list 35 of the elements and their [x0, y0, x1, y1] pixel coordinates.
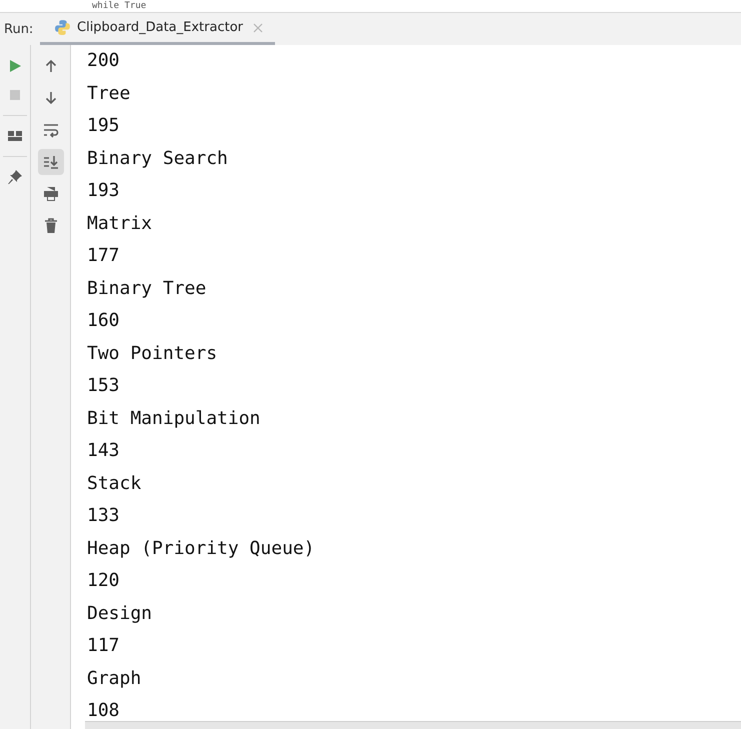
- output-line: Bit Manipulation: [87, 406, 262, 430]
- output-line: Stack: [87, 472, 142, 496]
- output-line: 160: [87, 309, 121, 333]
- layout-icon: [7, 128, 23, 144]
- scroll-to-end-icon: [42, 154, 58, 170]
- output-line: 117: [87, 634, 121, 658]
- horizontal-scrollbar[interactable]: [85, 721, 741, 729]
- output-line: 193: [87, 179, 121, 203]
- printer-icon: [42, 186, 58, 202]
- trash-icon: [42, 218, 58, 234]
- tab-title: Clipboard_Data_Extractor: [77, 20, 243, 35]
- wrap-icon: [42, 122, 58, 138]
- output-line: Graph: [87, 666, 142, 690]
- output-line: Matrix: [87, 212, 154, 236]
- output-line: Tree: [87, 82, 132, 106]
- play-icon: [7, 58, 23, 74]
- output-line: 177: [87, 244, 121, 268]
- code-line: while True: [92, 0, 146, 12]
- output-line: 153: [87, 374, 121, 398]
- output-line: 120: [87, 569, 121, 593]
- output-line: Binary Tree: [87, 276, 208, 300]
- output-line: 200: [87, 49, 121, 73]
- output-line: Heap (Priority Queue): [87, 536, 316, 560]
- run-label: Run:: [4, 20, 34, 38]
- output-line: Binary Search: [87, 146, 229, 170]
- output-line: 195: [87, 114, 121, 138]
- output-line: 133: [87, 504, 121, 528]
- output-line: Design: [87, 602, 154, 626]
- output-line: 143: [87, 439, 121, 463]
- output-line: Two Pointers: [87, 342, 218, 366]
- python-icon: [54, 19, 71, 36]
- pin-icon: [7, 169, 23, 185]
- stop-icon: [7, 87, 23, 103]
- output-line: 108: [87, 699, 121, 721]
- scroll-to-end-button[interactable]: [38, 149, 64, 175]
